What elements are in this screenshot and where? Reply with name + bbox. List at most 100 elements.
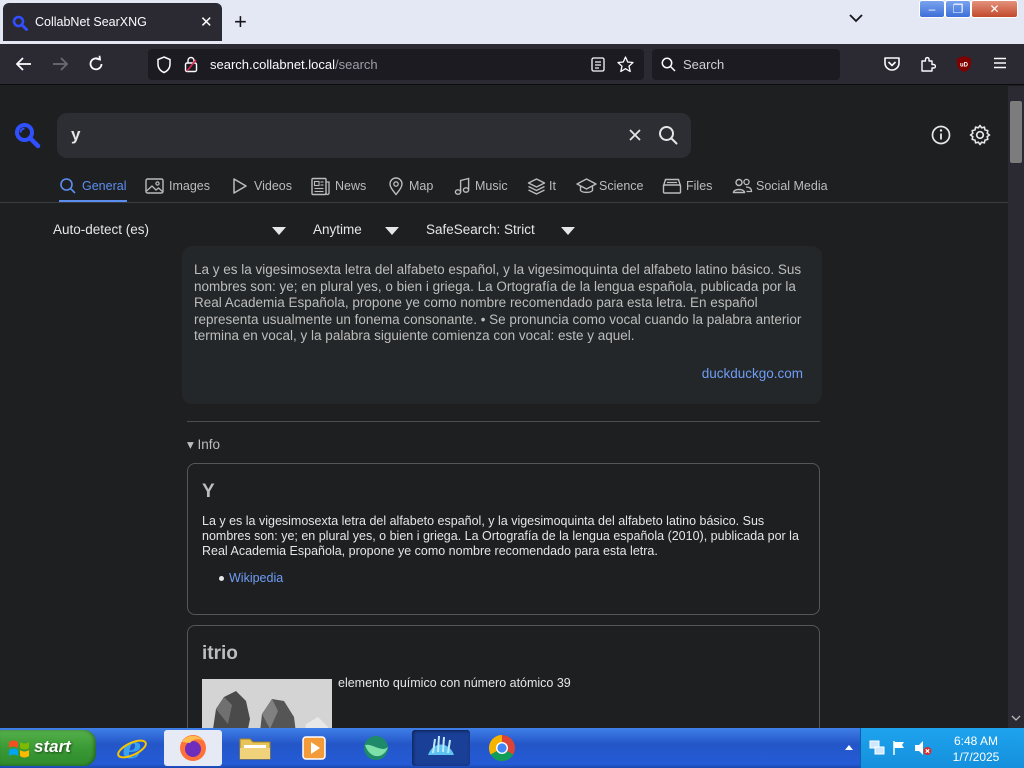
reader-view-icon[interactable] [591,57,605,72]
window-maximize-button[interactable]: ❐ [945,0,971,18]
chrome-icon [488,734,515,762]
tab-general-label: General [82,179,127,193]
info-toggle[interactable]: ▾ Info [187,437,220,453]
shield-icon[interactable] [156,56,172,74]
browser-navigation-bar: search.collabnet.local/search Search uD [0,44,1024,85]
new-tab-button[interactable]: + [234,9,247,35]
search-icon [60,178,76,194]
clear-search-icon[interactable] [624,124,646,146]
safesearch-select[interactable]: SafeSearch: Strict [426,222,578,237]
instant-answer: La y es la vigesimosexta letra del alfab… [182,246,822,404]
ublock-origin-icon[interactable]: uD [955,55,973,73]
firefox-icon [180,735,206,761]
tab-images-label: Images [169,179,210,193]
action-center-flag-icon[interactable] [892,740,906,756]
globe-app-icon [364,736,388,760]
music-icon [454,177,470,195]
back-arrow-icon[interactable] [15,55,33,73]
browser-search-placeholder: Search [683,57,725,72]
infobox-description: elemento químico con número atómico 39 [338,676,571,690]
safesearch-caret-down-icon [561,227,575,235]
tab-music-label: Music [475,179,508,193]
internet-explorer-icon: e [117,733,147,763]
infobox: Y La y es la vigesimosexta letra del alf… [187,463,820,615]
hamburger-menu-icon[interactable] [992,55,1008,71]
safesearch-value: SafeSearch: Strict [426,222,535,237]
infobox-link-wikipedia[interactable]: Wikipedia [229,571,283,585]
language-caret-down-icon [272,227,286,235]
volume-muted-icon[interactable] [914,740,932,756]
image-icon [145,178,164,194]
url-bar[interactable]: search.collabnet.local/search [148,49,644,80]
bookmark-star-icon[interactable] [617,56,634,73]
window-close-button[interactable]: ✕ [971,0,1018,18]
tab-social-media-label: Social Media [756,179,828,193]
url-path: /search [335,57,378,72]
clock-date: 1/7/2025 [952,750,1000,764]
search-query-box [57,113,691,158]
folder-icon [239,738,271,760]
taskbar-chrome[interactable] [474,730,532,766]
taskbar-internet-explorer[interactable]: e [104,730,160,766]
system-clock[interactable]: 6:48 AM 1/7/2025 [936,733,1016,765]
answer-text: La y es la vigesimosexta letra del alfab… [194,262,802,343]
taskbar-media-player[interactable] [286,730,342,766]
browser-search-bar[interactable]: Search [652,49,840,80]
restore-icon: ❐ [952,2,964,16]
infobox-image [202,679,332,728]
settings-gear-icon[interactable] [968,123,992,147]
taskbar-app-splash[interactable] [412,730,470,766]
network-icon[interactable] [869,740,885,756]
tab-files-label: Files [686,179,713,193]
taskbar-app-globe[interactable] [348,730,404,766]
infobox-title: itrio [202,643,238,664]
browser-tab-active[interactable]: CollabNet SearXNG ✕ [3,3,222,41]
system-tray: 6:48 AM 1/7/2025 [845,728,1024,768]
tab-science-label: Science [599,179,644,193]
time-range-value: Anytime [313,222,362,237]
scroll-down-arrow-icon[interactable] [1011,714,1021,722]
windows-logo-icon [9,740,29,758]
language-select-value: Auto-detect (es) [53,222,150,237]
search-query-input[interactable] [71,123,571,147]
reload-icon[interactable] [87,55,105,73]
search-submit-icon[interactable] [657,124,679,146]
svg-text:uD: uD [960,63,969,69]
time-range-select[interactable]: Anytime [313,222,401,237]
tab-map-label: Map [409,179,434,193]
tray-expand-icon[interactable] [845,744,853,750]
searxng-results-page: General Images Videos News Map Music It [0,86,1008,728]
tab-news-label: News [335,179,367,193]
minimize-icon: – [928,2,936,16]
taskbar-firefox[interactable] [164,730,222,766]
window-minimize-button[interactable]: – [919,0,945,18]
scrollbar-thumb[interactable] [1010,101,1022,163]
category-divider [0,202,1008,203]
language-select[interactable]: Auto-detect (es) [53,222,289,237]
pocket-icon[interactable] [883,55,901,73]
search-icon [661,57,676,72]
infobox-title: Y [202,481,215,502]
tab-close-icon[interactable]: ✕ [200,13,213,31]
start-button[interactable]: start [0,730,96,766]
browser-tab-title: CollabNet SearXNG [35,15,147,29]
tab-it-label: It [549,179,556,193]
info-circle-icon[interactable] [930,124,952,146]
file-tray-icon [662,178,682,194]
answer-source-link[interactable]: duckduckgo.com [702,366,803,381]
searxng-favicon-icon [12,15,28,31]
results-divider [187,421,820,422]
page-scrollbar[interactable] [1008,86,1024,728]
taskbar-file-explorer[interactable] [226,730,282,766]
url-text[interactable]: search.collabnet.local/search [210,57,378,72]
extensions-puzzle-icon[interactable] [919,55,937,73]
play-icon [233,178,247,194]
forward-arrow-icon[interactable] [51,55,69,73]
clock-time: 6:48 AM [953,734,999,748]
infobox-description: La y es la vigesimosexta letra del alfab… [202,514,799,558]
tab-general[interactable]: General [59,174,127,202]
windows-taskbar: start e 6:48 AM 1/7/2025 [0,728,1024,768]
lock-icon[interactable] [184,56,198,73]
searxng-logo-icon[interactable] [14,122,41,149]
list-all-tabs-chevron-down-icon[interactable] [849,13,863,23]
